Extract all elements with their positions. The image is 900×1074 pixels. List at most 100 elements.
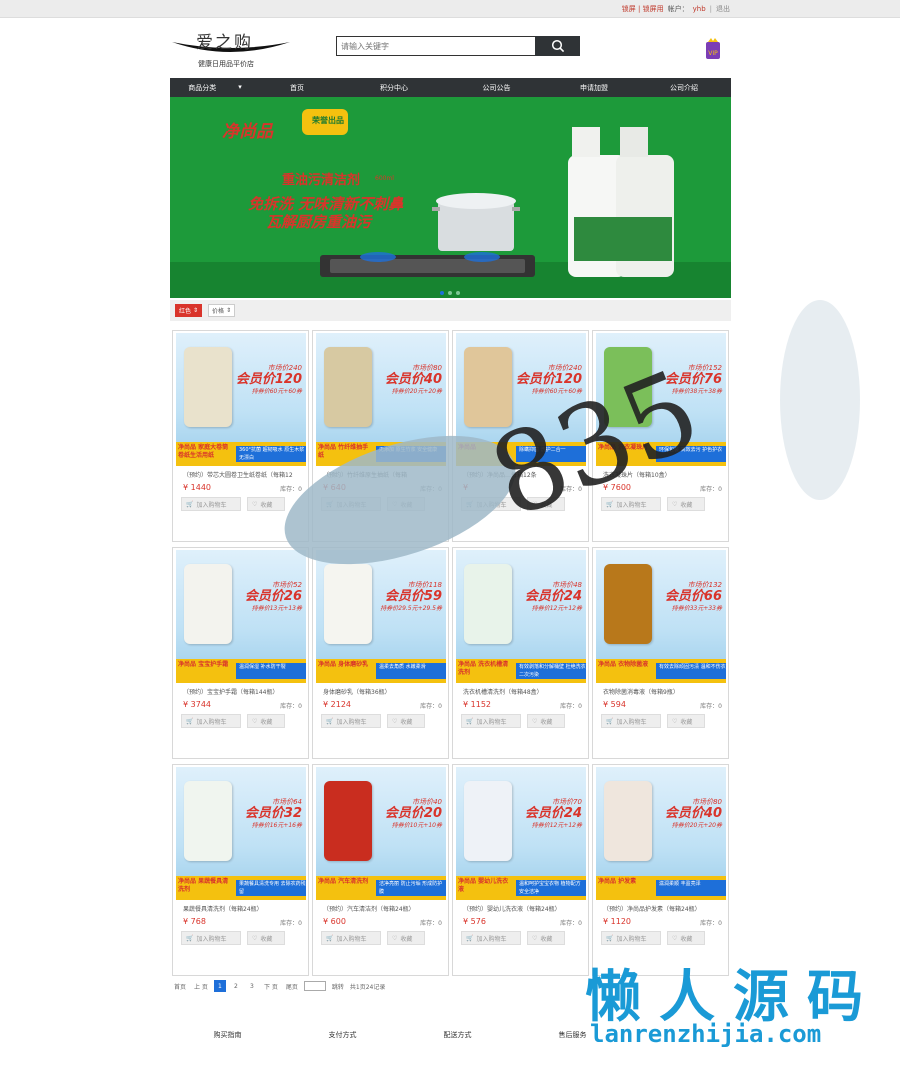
add-to-cart-button[interactable]: 🛒加入购物车 [181,714,241,728]
product-price: ¥ 1152 [463,700,491,709]
footer-payment[interactable]: 支付方式 [285,1030,400,1040]
product-stock: 库存：0 [560,703,582,710]
nav-category-label: 商品分类 [188,83,217,92]
page-prev[interactable]: 上 页 [192,980,210,992]
page-next[interactable]: 下 页 [262,980,280,992]
product-image[interactable]: 市场价132 会员价66 持券价33元+33券 净尚品 衣物除菌液 有效去除顽固污渍 温… [596,550,726,683]
sort-default-button[interactable]: 红色 ⇕ [175,304,203,317]
heart-icon: ♡ [672,500,678,508]
favorite-button[interactable]: ♡收藏 [247,714,285,728]
promo-strip: 净尚品 婴幼儿洗衣液 温和呵护宝宝衣物 植物配方 安全洁净 [456,876,586,900]
page-jump-button[interactable]: 跳转 [330,980,346,992]
search-button[interactable] [535,36,580,56]
add-to-cart-button[interactable]: 🛒加入购物车 [181,497,241,511]
product-name[interactable]: （预约）净尚品护发素（每箱24瓶） [603,904,723,913]
product-image[interactable]: 市场价40 会员价20 持券价10元+10券 净尚品 汽车清洗剂 洁净亮丽 防止污垢 形… [316,767,446,900]
favorite-button[interactable]: ♡收藏 [247,497,285,511]
product-name[interactable]: （预约）汽车清洁剂（每箱24瓶） [323,904,443,913]
page-jump-input[interactable] [303,981,326,991]
product-image[interactable]: 市场价70 会员价24 持券价12元+12券 净尚品 婴幼儿洗衣液 温和呵护宝宝衣物 植… [456,767,586,900]
lock-notice: 锁屏 | 锁屏用 [621,4,664,13]
vip-icon[interactable]: VIP [704,38,722,60]
favorite-button[interactable]: ♡收藏 [247,931,285,945]
nav-category-dropdown[interactable]: 商品分类 ▾ [170,83,260,93]
sort-arrows-icon: ⇕ [226,307,232,314]
add-to-cart-button[interactable]: 🛒加入购物车 [181,931,241,945]
product-name[interactable]: 身体磨砂乳（每箱36瓶） [323,687,443,696]
search-icon [551,39,564,53]
sort-arrows-icon: ⇕ [193,307,199,314]
footer-delivery[interactable]: 配送方式 [400,1030,515,1040]
product-package [324,564,372,644]
product-name[interactable]: （预约）婴幼儿洗衣液（每箱24瓶） [463,904,583,913]
carousel-dot[interactable] [456,291,460,295]
product-image[interactable]: 市场价48 会员价24 持券价12元+12券 净尚品 洗衣机槽清洗剂 有效剥落和分解桶壁… [456,550,586,683]
product-card[interactable]: 市场价132 会员价66 持券价33元+33券 净尚品 衣物除菌液 有效去除顽固污渍 温… [592,547,729,759]
username-link[interactable]: yhb [693,5,706,13]
add-to-cart-button[interactable]: 🛒加入购物车 [601,931,661,945]
strip-brand: 净尚品 果蔬餐具清洗剂 [178,878,229,893]
product-price: ¥ 594 [603,700,626,709]
favorite-button[interactable]: ♡收藏 [527,931,565,945]
favorite-button[interactable]: ♡收藏 [387,931,425,945]
add-to-cart-button[interactable]: 🛒加入购物车 [321,931,381,945]
product-price: ¥ 1120 [603,917,631,926]
product-card[interactable]: 市场价64 会员价32 持券价16元+16券 净尚品 果蔬餐具清洗剂 果蔬餐具清洗专用 … [172,764,309,976]
sort-price-button[interactable]: 价格 ⇕ [208,304,236,317]
nav-item-announcements[interactable]: 公司公告 [454,83,539,93]
promo-block: 市场价80 会员价40 持券价20元+20券 [384,364,442,395]
product-card[interactable]: 市场价70 会员价24 持券价12元+12券 净尚品 婴幼儿洗衣液 温和呵护宝宝衣物 植… [452,764,589,976]
page-last[interactable]: 尾页 [284,980,300,992]
heart-icon: ♡ [252,934,258,942]
page-number[interactable]: 2 [230,980,242,992]
add-to-cart-button[interactable]: 🛒加入购物车 [461,714,521,728]
hero-banner[interactable]: 净尚品 荣誉出品 重油污清洁剂 600ml 免拆洗 无味清新不刺鼻 瓦解厨房重油… [170,97,731,298]
product-image[interactable]: 市场价52 会员价26 持券价13元+13券 净尚品 宝宝护手霜 温润保湿 补水防干裂 [176,550,306,683]
product-card[interactable]: 市场价48 会员价24 持券价12元+12券 净尚品 洗衣机槽清洗剂 有效剥落和分解桶壁… [452,547,589,759]
nav-item-about[interactable]: 公司介绍 [649,83,719,93]
nav-item-franchise[interactable]: 申请加盟 [539,83,649,93]
product-image[interactable]: 市场价80 会员价40 持券价20元+20券 净尚品 护发素 滋润柔顺 丰盈亮泽 [596,767,726,900]
promo-strip: 净尚品 衣物除菌液 有效去除顽固污渍 温和不伤衣 [596,659,726,683]
favorite-button[interactable]: ♡收藏 [667,497,705,511]
logout-link[interactable]: 退出 [716,4,730,14]
product-name[interactable]: （预约）带芯大圆卷卫生纸卷纸（每箱12 [183,470,303,479]
product-package [604,564,652,644]
page-number[interactable]: 1 [213,980,226,992]
carousel-dot[interactable] [448,291,452,295]
product-image[interactable]: 市场价118 会员价59 持券价29.5元+29.5券 净尚品 身体磨砂乳 温柔去角质 … [316,550,446,683]
favorite-button[interactable]: ♡收藏 [527,714,565,728]
strip-brand: 净尚品 家庭大卷筒卷纸生活用纸 [178,444,229,459]
page-first[interactable]: 首页 [172,980,188,992]
favorite-button[interactable]: ♡收藏 [387,714,425,728]
product-card[interactable]: 市场价40 会员价20 持券价10元+10券 净尚品 汽车清洗剂 洁净亮丽 防止污垢 形… [312,764,449,976]
add-to-cart-button[interactable]: 🛒加入购物车 [601,714,661,728]
product-card[interactable]: 市场价80 会员价40 持券价20元+20券 净尚品 护发素 滋润柔顺 丰盈亮泽 （预约）… [592,764,729,976]
search-input[interactable] [336,36,535,56]
product-name[interactable]: （预约）宝宝护手霜（每箱144瓶） [183,687,303,696]
page-number[interactable]: 3 [246,980,258,992]
promo-strip: 净尚品 身体磨砂乳 温柔去角质 水嫩柔滑 [316,659,446,683]
promo-strip: 净尚品 洗衣机槽清洗剂 有效剥落和分解桶壁 杜绝洗衣二次污染 [456,659,586,683]
add-to-cart-button[interactable]: 🛒加入购物车 [461,931,521,945]
product-card[interactable]: 市场价52 会员价26 持券价13元+13券 净尚品 宝宝护手霜 温润保湿 补水防干裂 （… [172,547,309,759]
product-price: ¥ 576 [463,917,486,926]
nav-item-points[interactable]: 积分中心 [334,83,454,93]
favorite-button[interactable]: ♡收藏 [667,931,705,945]
product-card[interactable]: 市场价118 会员价59 持券价29.5元+29.5券 净尚品 身体磨砂乳 温柔去角质 … [312,547,449,759]
product-image[interactable]: 市场价240 会员价120 持券价60元+60券 净尚品 家庭大卷筒卷纸生活用纸 360… [176,333,306,466]
promo-strip: 净尚品 护发素 滋润柔顺 丰盈亮泽 [596,876,726,900]
product-image[interactable]: 市场价64 会员价32 持券价16元+16券 净尚品 果蔬餐具清洗剂 果蔬餐具清洗专用 … [176,767,306,900]
heart-icon: ♡ [392,934,398,942]
product-name[interactable]: 洗衣机槽清洗剂（每箱48盒） [463,687,583,696]
add-to-cart-button[interactable]: 🛒加入购物车 [321,714,381,728]
heart-icon: ♡ [532,934,538,942]
footer-buying-guide[interactable]: 购买指南 [170,1030,285,1040]
product-name[interactable]: 果蔬餐具清洗剂（每箱24瓶） [183,904,303,913]
promo-block: 市场价52 会员价26 持券价13元+13券 [244,581,302,612]
site-logo[interactable]: 爱之购 健康日用品平价店 [170,26,292,72]
carousel-dot[interactable] [440,291,444,295]
nav-item-home[interactable]: 首页 [260,83,334,93]
favorite-button[interactable]: ♡收藏 [667,714,705,728]
product-name[interactable]: 衣物除菌消毒液（每箱9瓶） [603,687,723,696]
